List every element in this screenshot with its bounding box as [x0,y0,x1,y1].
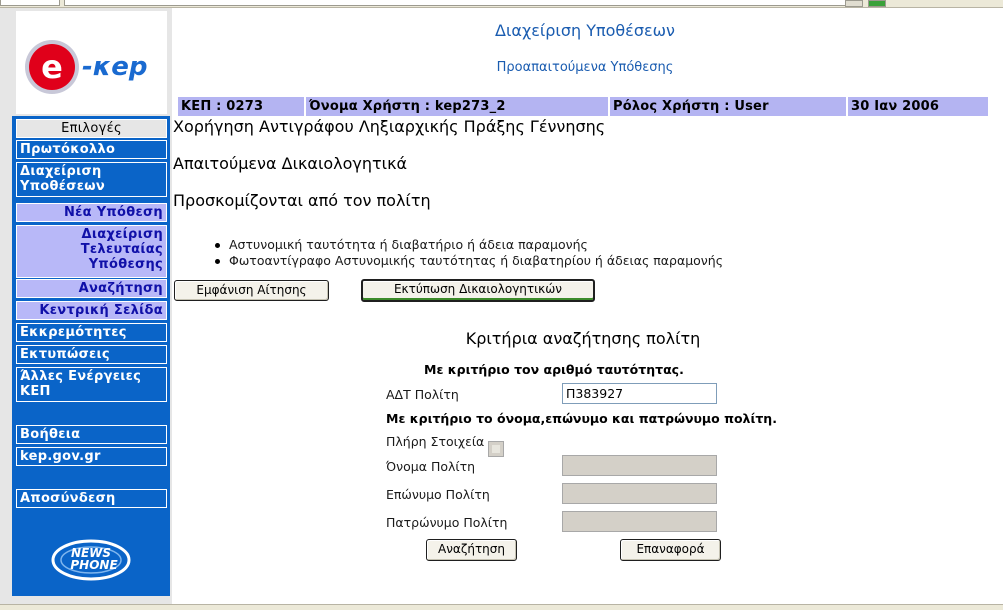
sidebar-item-home[interactable]: Κεντρική Σελίδα [16,301,167,320]
sidebar-item-other-actions[interactable]: Άλλες Ενέργειες ΚΕΠ [16,367,167,402]
first-name-label: Όνομα Πολίτη [386,459,476,474]
browser-dropdown-button[interactable] [845,0,863,7]
required-documents-list: Αστυνομική ταυτότητα ή διαβατήριο ή άδει… [213,237,723,269]
case-title: Χορήγηση Αντιγράφου Ληξιαρχικής Πράξης Γ… [173,117,606,136]
required-docs-heading: Απαιτούμενα Δικαιολογητικά [173,154,408,173]
brought-by-citizen-heading: Προσκομίζονται από τον πολίτη [173,191,431,210]
logo-e-letter: e [41,48,63,86]
sidebar-item-last-case[interactable]: Διαχείριση Τελευταίας Υπόθεσης [16,225,167,278]
sidebar-item-logout[interactable]: Αποσύνδεση [16,489,167,508]
father-name-input[interactable] [562,511,717,532]
sidebar-item-case-management[interactable]: Διαχείριση Υποθέσεων [16,162,167,197]
citizen-id-input[interactable] [562,383,717,404]
page-title: Διαχείριση Υποθέσεων [495,21,675,40]
search-section-title: Κριτήρια αναζήτησης πολίτη [465,329,701,348]
kep-code: ΚΕΠ : 0273 [178,97,304,116]
username-label: Όνομα Χρήστη : kep273_2 [306,97,608,116]
father-name-label: Πατρώνυμο Πολίτη [386,515,508,530]
first-name-input[interactable] [562,455,717,476]
address-bar[interactable] [64,0,854,6]
list-item: Φωτοαντίγραφο Αστυνομικής ταυτότητας ή δ… [213,253,723,269]
bullet-icon [215,259,220,264]
newsphone-logo: NEWS PHONE [51,539,131,581]
document-label: Φωτοαντίγραφο Αστυνομικής ταυτότητας ή δ… [229,253,724,268]
full-details-checkbox[interactable] [488,441,504,457]
citizen-id-label: ΑΔΤ Πολίτη [386,387,459,402]
full-details-label: Πλήρη Στοιχεία [386,434,485,449]
sidebar-item-kep-gov[interactable]: kep.gov.gr [16,447,167,466]
print-documents-button[interactable]: Εκτύπωση Δικαιολογητικών [361,279,595,302]
sidebar-heading: Επιλογές [16,119,167,138]
search-by-id-label: Με κριτήριο τον αριθμό ταυτότητας. [424,362,684,377]
sidebar-item-search[interactable]: Αναζήτηση [16,279,167,298]
search-by-name-label: Με κριτήριο το όνομα,επώνυμο και πατρώνυ… [386,411,777,426]
search-button[interactable]: Αναζήτηση [426,539,517,561]
newsphone-text-bottom: PHONE [70,558,118,572]
sidebar-item-prints[interactable]: Εκτυπώσεις [16,345,167,364]
browser-toolbar-strip [0,0,1003,8]
document-label: Αστυνομική ταυτότητα ή διαβατήριο ή άδει… [229,237,588,252]
e-kep-logo[interactable]: e -κep [22,38,164,96]
bullet-icon [215,243,220,248]
user-info-bar: ΚΕΠ : 0273 Όνομα Χρήστη : kep273_2 Ρόλος… [178,97,988,116]
list-item: Αστυνομική ταυτότητα ή διαβατήριο ή άδει… [213,237,723,253]
page-viewport: e -κep Επιλογές Πρωτόκολλο Διαχείριση Υπ… [0,8,1003,604]
sidebar-item-pending[interactable]: Εκκρεμότητες [16,323,167,342]
current-date: 30 Ιαν 2006 [848,97,988,116]
sidebar-item-help[interactable]: Βοήθεια [16,425,167,444]
show-application-button[interactable]: Εμφάνιση Αίτησης [174,280,329,301]
logo-kep-text: -κep [82,52,148,82]
page-subtitle: Προαπαιτούμενα Υπόθεσης [496,60,674,75]
last-name-label: Επώνυμο Πολίτη [386,487,490,502]
go-button[interactable] [868,0,886,7]
sidebar-item-new-case[interactable]: Νέα Υπόθεση [16,203,167,222]
reset-button[interactable]: Επαναφορά [620,539,721,561]
sidebar-item-protocol[interactable]: Πρωτόκολλο [16,140,167,159]
last-name-input[interactable] [562,483,717,504]
status-bar [0,604,1003,610]
user-role-label: Ρόλος Χρήστη : User [610,97,846,116]
browser-tab[interactable] [0,0,60,6]
